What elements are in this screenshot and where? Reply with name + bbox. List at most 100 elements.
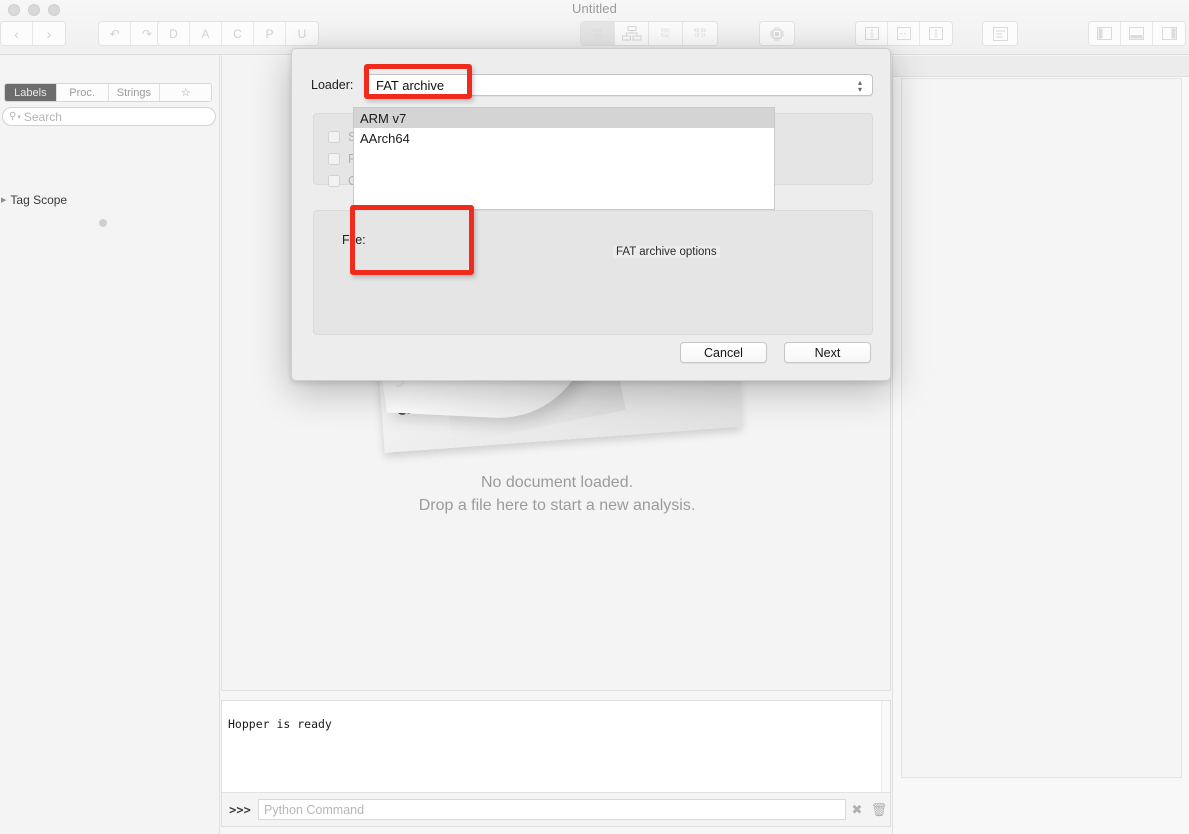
hex-icon-line2: 0f 1f (695, 32, 705, 39)
sidebar-tab-favorites[interactable]: ☆ (160, 84, 211, 101)
loading-indicator-icon (99, 219, 107, 227)
dialog-button-row: Cancel Next (680, 342, 871, 363)
undo-button[interactable]: ↶ (99, 22, 131, 45)
cancel-button[interactable]: Cancel (680, 342, 767, 363)
sidebar-tab-bar: Labels Proc. Strings ☆ (4, 83, 212, 102)
fat-architecture-list[interactable]: ARM v7 AArch64 (353, 107, 775, 210)
cpu-mode-group (759, 21, 795, 46)
loader-row: Loader: FAT archive ▴ ▾ (311, 73, 873, 97)
right-column-icon (929, 27, 943, 40)
make-data-button[interactable]: D (158, 22, 190, 45)
right-panel-icon (1161, 27, 1177, 40)
sidebar-tab-proc-label: Proc. (69, 86, 95, 99)
make-undefined-button[interactable]: U (286, 22, 318, 45)
right-pane-header (893, 56, 1189, 77)
fat-archive-group-box: File: (313, 210, 873, 335)
bottom-panel-icon (1129, 27, 1144, 40)
trash-icon[interactable]: 🗑 (868, 802, 890, 818)
make-code-button[interactable]: C (222, 22, 254, 45)
show-left-column-button[interactable] (856, 22, 888, 45)
show-right-column-button[interactable] (920, 22, 952, 45)
console-input-bar: >>> Python Command ✖ 🗑 (222, 792, 890, 826)
view-mode-buttons: mov add if(b) f(a); 48 8b 0f 1f (580, 21, 718, 46)
star-icon: ☆ (180, 87, 191, 99)
checkbox-icon[interactable] (328, 175, 340, 187)
no-document-message: No document loaded. (480, 474, 634, 491)
checkbox-icon[interactable] (328, 153, 340, 165)
search-input[interactable]: ⚲ ▾ Search (2, 107, 216, 126)
drop-file-message: Drop a file here to start a new analysis… (418, 497, 696, 514)
python-command-placeholder: Python Command (264, 802, 365, 817)
right-pane-body (901, 78, 1182, 778)
assembly-view-button[interactable]: mov add (581, 22, 615, 45)
middle-column-icon (896, 27, 911, 40)
sidebar-tab-strings-label: Strings (116, 86, 151, 99)
window-title: Untitled (572, 1, 617, 16)
transform-buttons: D A C P U (157, 21, 319, 46)
make-procedure-button[interactable]: P (254, 22, 286, 45)
next-button-label: Next (814, 345, 841, 360)
column-toggle-buttons (855, 21, 953, 46)
cancel-button-label: Cancel (704, 345, 743, 360)
sidebar-item-tag-scope[interactable]: ▶ Tag Scope (0, 193, 67, 207)
left-sidebar: Labels Proc. Strings ☆ ⚲ ▾ Search ▶ Tag … (0, 55, 220, 834)
search-icon: ⚲ (9, 111, 17, 122)
loader-select[interactable]: FAT archive ▴ ▾ (365, 74, 873, 96)
python-command-input[interactable]: Python Command (258, 799, 846, 820)
control-flow-graph-button[interactable] (615, 22, 649, 45)
clear-input-icon[interactable]: ✖ (846, 802, 868, 818)
sidebar-tab-labels-label: Labels (14, 86, 47, 99)
undo-icon: ↶ (109, 26, 120, 41)
list-item-label: AArch64 (360, 130, 410, 146)
console-output-area[interactable]: Hopper is ready (222, 701, 890, 792)
left-panel-icon (1097, 27, 1112, 40)
sidebar-tab-labels[interactable]: Labels (5, 84, 57, 101)
file-label: File: (342, 233, 366, 247)
loader-dialog: Loader: FAT archive ▴ ▾ Start automatic … (291, 48, 891, 381)
cfg-icon (621, 26, 641, 41)
fat-archive-group-label: FAT archive options (613, 246, 720, 258)
hex-view-button[interactable]: 48 8b 0f 1f (683, 22, 717, 45)
pseudo-code-button[interactable]: if(b) f(a); (649, 22, 683, 45)
sidebar-tab-proc[interactable]: Proc. (56, 84, 109, 101)
toggle-left-panel-button[interactable] (1089, 22, 1121, 45)
make-ascii-button[interactable]: A (190, 22, 222, 45)
cpu-icon (770, 26, 784, 41)
inspector-button[interactable] (983, 22, 1017, 45)
loader-label: Loader: (311, 78, 354, 92)
panel-layout-buttons (1088, 21, 1186, 46)
right-inspector-pane (892, 56, 1189, 834)
window-titlebar: Untitled ‹ › ↶ ↷ D A C P U mov add if(b) f… (0, 0, 1189, 55)
toggle-right-panel-button[interactable] (1153, 22, 1185, 45)
console-output-text: Hopper is ready (228, 717, 332, 731)
python-console: Hopper is ready >>> Python Command ✖ 🗑 (221, 700, 891, 827)
chevron-left-icon: ‹ (14, 25, 19, 42)
hopper-main-window: Labels Proc. Strings ☆ ⚲ ▾ Search ▶ Tag … (0, 0, 1189, 834)
checkbox-icon[interactable] (328, 131, 340, 143)
sidebar-tab-strings[interactable]: Strings (108, 84, 161, 101)
pseudocode-icon-line2: f(a); (661, 32, 670, 39)
forward-button[interactable]: › (33, 22, 65, 45)
toggle-bottom-panel-button[interactable] (1121, 22, 1153, 45)
back-button[interactable]: ‹ (1, 22, 33, 45)
history-buttons: ↶ ↷ (98, 21, 164, 46)
redo-icon: ↷ (141, 26, 153, 41)
inspector-group (982, 21, 1018, 46)
loader-select-value: FAT archive (376, 77, 445, 93)
disclosure-triangle-icon[interactable]: ▶ (1, 196, 6, 204)
left-column-icon (864, 27, 879, 40)
next-button[interactable]: Next (784, 342, 871, 363)
inspector-icon (992, 26, 1008, 41)
console-scrollbar[interactable] (881, 701, 890, 792)
chevron-right-icon: › (46, 25, 52, 42)
cpu-button[interactable] (760, 22, 794, 45)
list-item[interactable]: ARM v7 (354, 108, 774, 128)
list-item[interactable]: AArch64 (354, 128, 774, 148)
list-item-label: ARM v7 (360, 110, 407, 126)
stepper-icon[interactable]: ▴ ▾ (853, 77, 867, 95)
chevron-down-icon: ▾ (17, 113, 21, 121)
assembly-icon-line2: add (593, 32, 602, 39)
console-prompt: >>> (229, 802, 251, 817)
show-middle-column-button[interactable] (888, 22, 920, 45)
chevron-down-icon: ▾ (857, 85, 862, 94)
